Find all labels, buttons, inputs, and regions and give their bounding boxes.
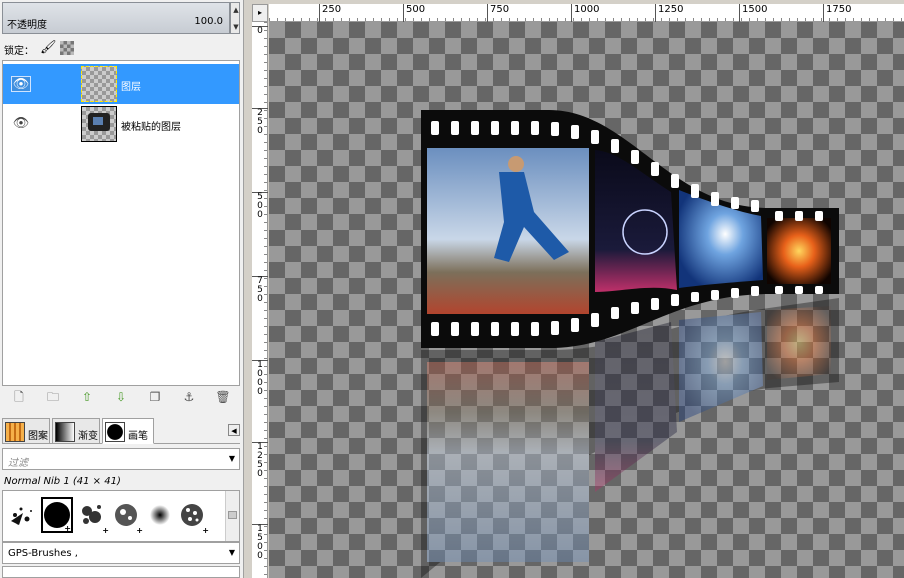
raise-layer-icon[interactable]: ⇧ xyxy=(78,389,96,405)
ruler-label: 1750 xyxy=(823,4,851,22)
layer-thumbnail xyxy=(81,106,117,142)
layer-name[interactable]: 图层 xyxy=(121,78,141,93)
tab-gradients[interactable]: 渐变 xyxy=(52,418,100,444)
lock-pixels-brush-icon[interactable]: 🖌 xyxy=(40,40,57,56)
lock-alpha-icon[interactable] xyxy=(60,41,74,55)
brush-splatter[interactable] xyxy=(7,497,39,533)
layers-dock: 不透明度 100.0 ▲ ▼ 锁定： 🖌 👁 图层 👁 被粘贴的图层 🗋 🗀 ⇧… xyxy=(0,0,244,578)
tab-patterns[interactable]: 图案 xyxy=(2,418,50,444)
layer-name[interactable]: 被粘贴的图层 xyxy=(121,118,181,133)
brush-fuzzy[interactable] xyxy=(145,497,177,533)
lower-layer-icon[interactable]: ⇩ xyxy=(112,389,130,405)
brush-grid[interactable]: + + + + xyxy=(2,490,240,542)
new-layer-icon[interactable]: 🗋 xyxy=(10,389,28,405)
pattern-swatch-icon xyxy=(5,422,25,442)
tab-brushes[interactable]: 画笔 xyxy=(102,418,154,444)
canvas-area: ▸ 250 500 750 1000 1250 1500 1750 0 250 … xyxy=(252,0,904,578)
duplicate-layer-icon[interactable]: ❐ xyxy=(146,389,164,405)
new-group-icon[interactable]: 🗀 xyxy=(44,389,62,405)
ruler-label: 500 xyxy=(403,4,425,22)
visibility-eye-icon[interactable]: 👁 xyxy=(11,116,31,132)
spin-up-icon[interactable]: ▲ xyxy=(232,6,240,14)
tag-value: GPS-Brushes , xyxy=(8,548,78,559)
dropdown-arrow-icon[interactable]: ▼ xyxy=(229,548,235,557)
spin-down-icon[interactable]: ▼ xyxy=(232,23,240,31)
brush-normal-nib[interactable]: + xyxy=(41,497,73,533)
brush-grunge[interactable]: + xyxy=(77,497,109,535)
filmstrip-artwork xyxy=(421,110,839,578)
brush-expand-icon: + xyxy=(64,524,71,533)
quick-mask-toggle-icon[interactable]: ▸ xyxy=(252,4,268,22)
image-canvas[interactable] xyxy=(269,22,904,578)
filter-placeholder: 过滤 xyxy=(8,458,28,469)
tab-label: 画笔 xyxy=(128,431,148,442)
ruler-label: 1500 xyxy=(252,524,268,561)
layer-row[interactable]: 👁 被粘贴的图层 xyxy=(3,104,239,144)
brush-tag-combo[interactable]: GPS-Brushes , ▼ xyxy=(2,542,240,564)
ruler-label: 1500 xyxy=(739,4,767,22)
ruler-label: 0 xyxy=(252,26,268,36)
opacity-slider[interactable]: 不透明度 100.0 xyxy=(2,2,230,34)
brush-texture[interactable]: + xyxy=(111,497,143,535)
layer-row-selected[interactable]: 👁 图层 xyxy=(3,64,239,104)
tab-label: 图案 xyxy=(28,431,48,442)
brush-swatch-icon xyxy=(105,422,125,442)
layer-toolbar: 🗋 🗀 ⇧ ⇩ ❐ ⚓ 🗑 xyxy=(2,386,240,408)
gradient-swatch-icon xyxy=(55,422,75,442)
ruler-label: 250 xyxy=(319,4,341,22)
ruler-label: 1000 xyxy=(252,360,268,397)
film-thumbnail-icon xyxy=(88,113,110,131)
tab-label: 渐变 xyxy=(78,431,98,442)
vertical-ruler[interactable]: 0 250 500 750 1000 1250 1500 xyxy=(252,22,268,578)
lock-label: 锁定： xyxy=(4,46,34,57)
ruler-label: 1250 xyxy=(252,442,268,479)
ruler-label: 500 xyxy=(252,192,268,220)
brush-tag-entry[interactable] xyxy=(2,566,240,578)
brush-name: Normal Nib 1 (41 × 41) xyxy=(4,476,121,487)
brush-filter-input[interactable]: 过滤 ▼ xyxy=(2,448,240,470)
lock-row: 锁定： 🖌 xyxy=(4,40,224,57)
brush-sponge[interactable]: + xyxy=(177,497,209,535)
dropdown-arrow-icon[interactable]: ▼ xyxy=(229,454,235,463)
ruler-label: 1000 xyxy=(571,4,599,22)
ruler-label: 750 xyxy=(487,4,509,22)
opacity-label: 不透明度 xyxy=(7,20,47,31)
anchor-layer-icon[interactable]: ⚓ xyxy=(180,389,198,405)
brush-scrollbar[interactable] xyxy=(225,491,239,541)
opacity-value: 100.0 xyxy=(194,16,223,27)
brush-expand-icon: + xyxy=(136,526,143,535)
opacity-spinner[interactable]: ▲ ▼ xyxy=(230,2,240,34)
layers-list[interactable]: 👁 图层 👁 被粘贴的图层 xyxy=(2,60,240,386)
scrollbar-thumb[interactable] xyxy=(228,511,237,519)
brush-expand-icon: + xyxy=(102,526,109,535)
delete-layer-icon[interactable]: 🗑 xyxy=(214,389,232,405)
tab-menu-icon[interactable]: ◀ xyxy=(228,424,240,436)
ruler-label: 1250 xyxy=(655,4,683,22)
photo-fire-horse xyxy=(767,218,831,284)
ruler-label: 750 xyxy=(252,276,268,304)
brush-expand-icon: + xyxy=(202,526,209,535)
visibility-eye-icon[interactable]: 👁 xyxy=(11,76,31,92)
horizontal-ruler[interactable]: 250 500 750 1000 1250 1500 1750 xyxy=(269,4,904,22)
layer-thumbnail xyxy=(81,66,117,102)
resource-tabs: 图案 渐变 画笔 ◀ xyxy=(2,416,240,444)
ruler-label: 250 xyxy=(252,108,268,136)
